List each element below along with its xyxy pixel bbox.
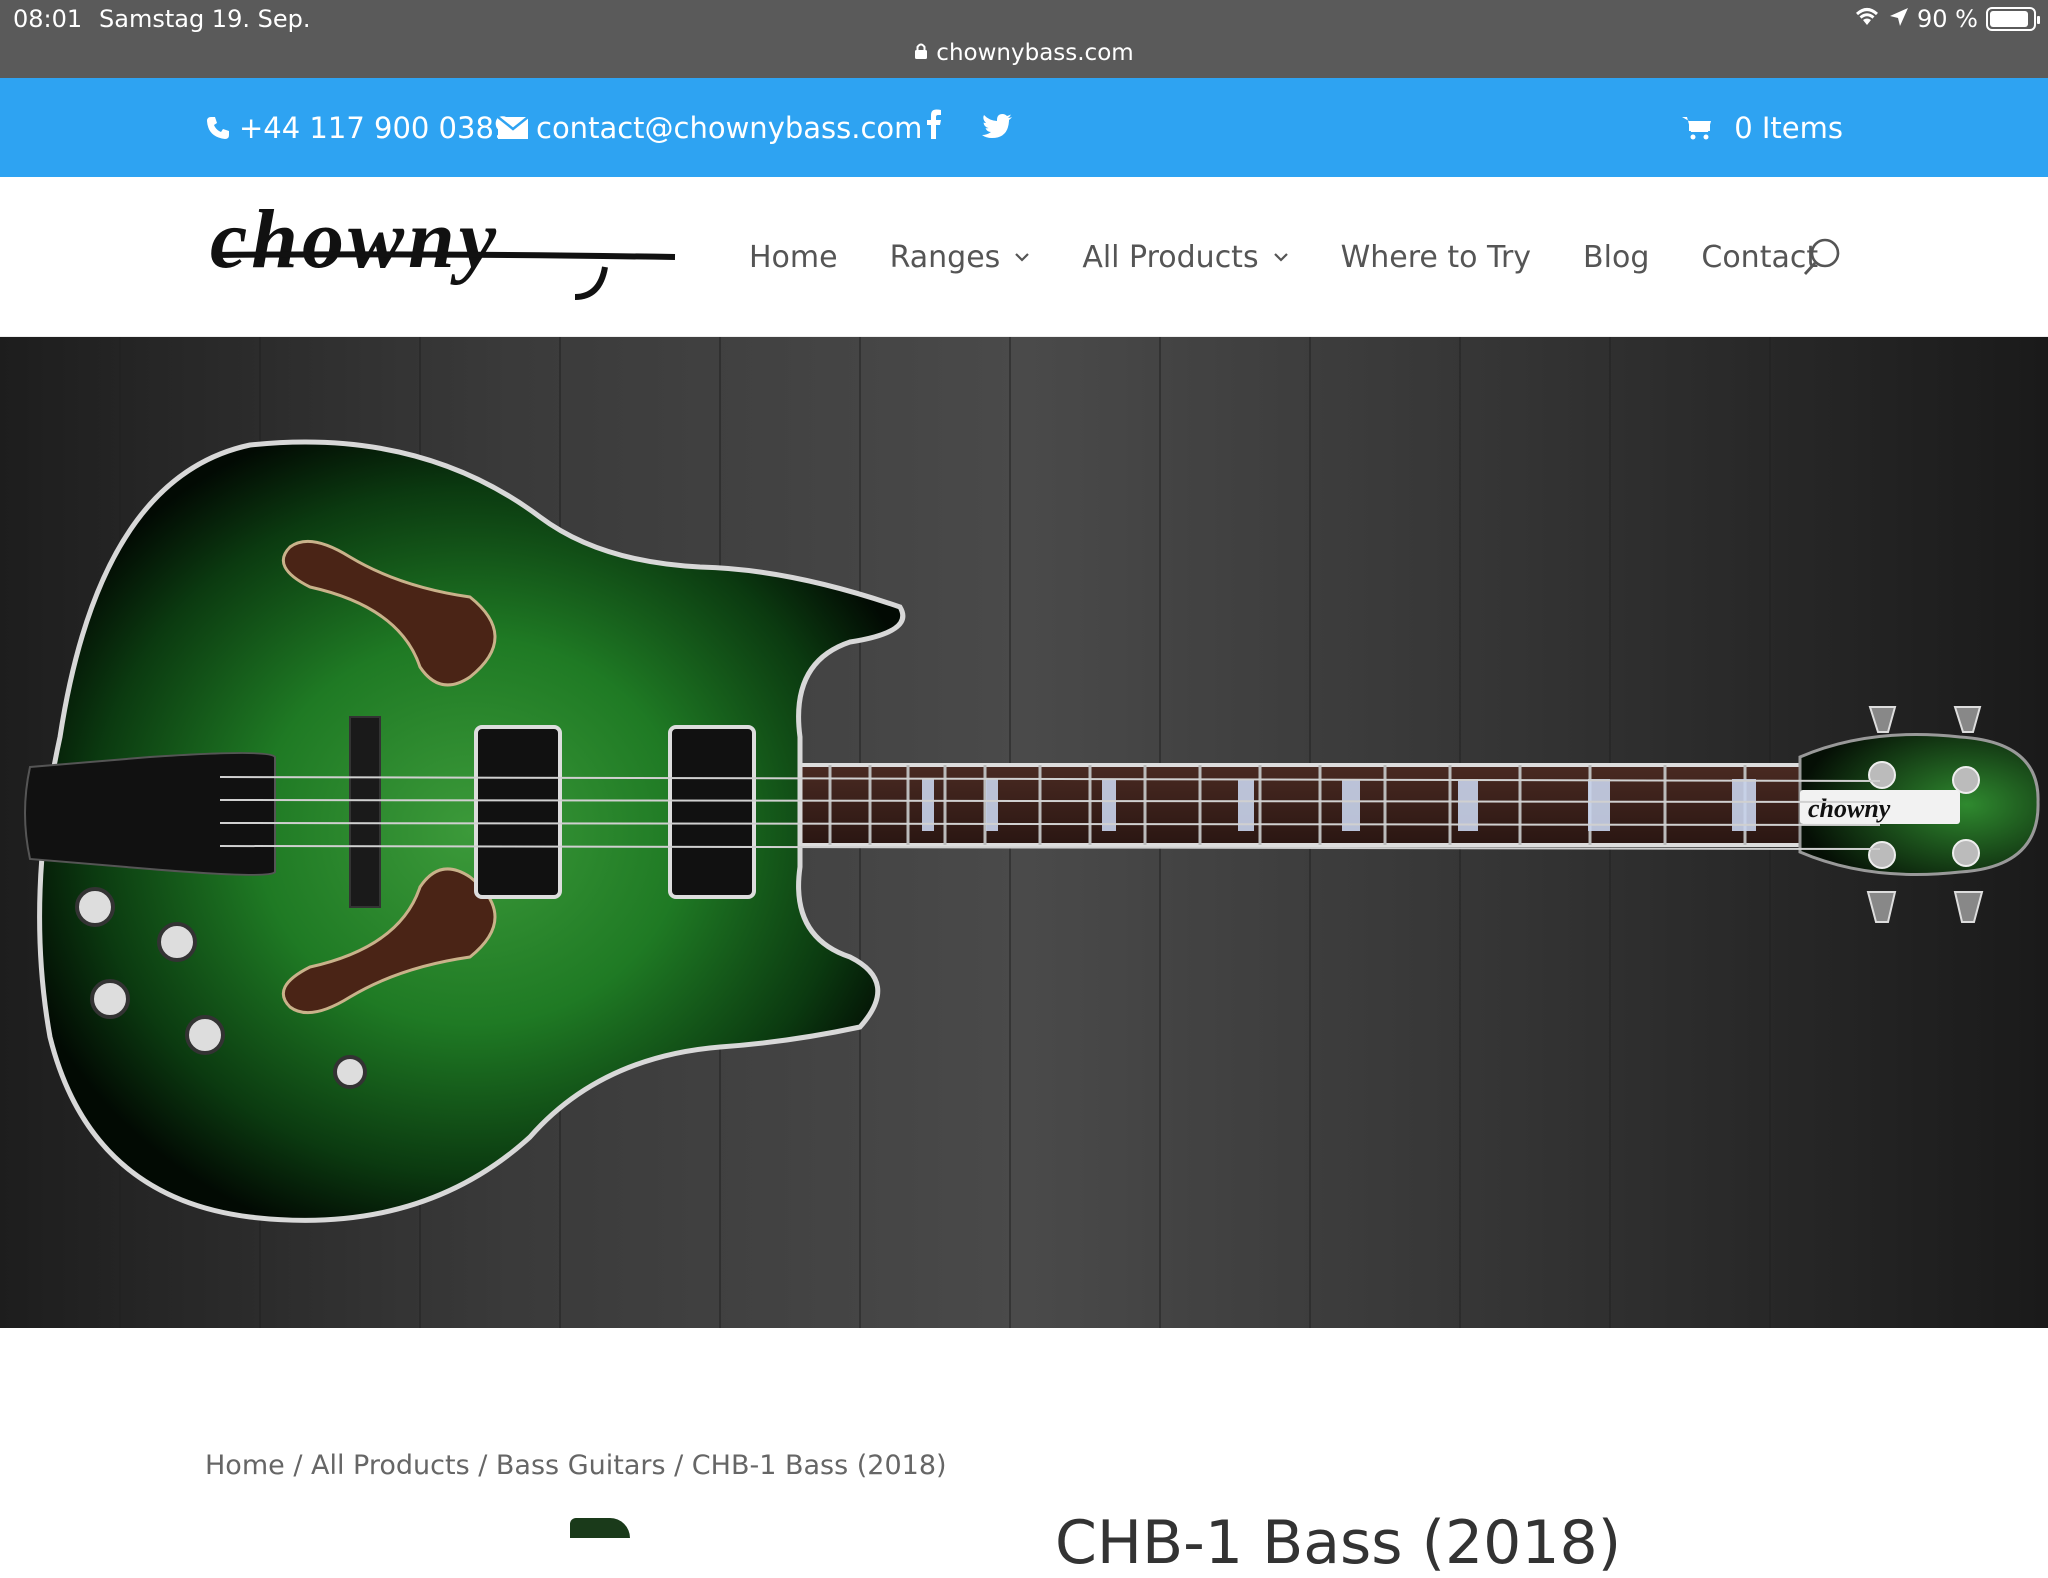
battery-icon: [1986, 7, 2040, 31]
site-header: chowny Home Ranges All Products Where to…: [0, 177, 2048, 337]
headstock-logo: chowny: [1808, 794, 1891, 823]
breadcrumb-separator: /: [665, 1450, 692, 1481]
cart-link[interactable]: 0 Items: [1682, 78, 1843, 177]
status-bar: 08:01 Samstag 19. Sep. 90 % chownybass.c…: [0, 0, 2048, 78]
nav-all-products-label[interactable]: All Products: [1082, 240, 1258, 275]
guitar-hero-image: chowny: [0, 337, 2048, 1328]
lock-icon: [914, 40, 928, 66]
cart-count[interactable]: 0 Items: [1734, 111, 1843, 145]
envelope-icon: [498, 116, 528, 139]
battery-percent: 90 %: [1917, 5, 1978, 33]
nav-where-to-try-label[interactable]: Where to Try: [1341, 240, 1531, 275]
nav-ranges[interactable]: Ranges: [890, 240, 1031, 275]
breadcrumb-all-products[interactable]: All Products: [311, 1450, 470, 1481]
email-address[interactable]: contact@chownybass.com: [536, 111, 922, 145]
twitter-link[interactable]: [982, 78, 1012, 177]
phone-link[interactable]: +44 117 900 0389: [205, 78, 512, 177]
top-contact-bar: +44 117 900 0389 contact@chownybass.com …: [0, 78, 2048, 177]
url-bar[interactable]: chownybass.com: [0, 40, 2048, 66]
nav-home[interactable]: Home: [749, 240, 838, 275]
breadcrumb-separator: /: [469, 1450, 496, 1481]
status-date: Samstag 19. Sep.: [99, 5, 311, 33]
breadcrumb-current: CHB-1 Bass (2018): [691, 1450, 947, 1481]
phone-icon: [205, 115, 231, 141]
breadcrumb-separator: /: [284, 1450, 311, 1481]
location-arrow-icon: [1889, 5, 1909, 33]
chowny-logo[interactable]: chowny: [210, 193, 680, 310]
breadcrumb: Home / All Products / Bass Guitars / CHB…: [205, 1450, 947, 1481]
phone-number[interactable]: +44 117 900 0389: [239, 111, 512, 145]
nav-ranges-label[interactable]: Ranges: [890, 240, 1001, 275]
nav-all-products[interactable]: All Products: [1082, 240, 1288, 275]
hero-banner: chowny: [0, 337, 2048, 1328]
nav-blog[interactable]: Blog: [1583, 240, 1649, 275]
product-title: CHB-1 Bass (2018): [1055, 1508, 1622, 1578]
facebook-link[interactable]: [926, 78, 942, 177]
status-time: 08:01: [13, 5, 83, 33]
nav-where-to-try[interactable]: Where to Try: [1341, 240, 1531, 275]
breadcrumb-bass-guitars[interactable]: Bass Guitars: [496, 1450, 666, 1481]
url-text[interactable]: chownybass.com: [936, 40, 1133, 66]
twitter-icon: [982, 111, 1012, 145]
nav-contact[interactable]: Contact: [1701, 240, 1818, 275]
chevron-down-icon: [1273, 252, 1289, 262]
search-button[interactable]: [1803, 237, 1843, 282]
facebook-icon: [926, 109, 942, 146]
main-nav: Home Ranges All Products Where to Try Bl…: [749, 177, 1870, 337]
nav-home-label[interactable]: Home: [749, 240, 838, 275]
nav-contact-label[interactable]: Contact: [1701, 240, 1818, 275]
wifi-icon: [1853, 5, 1881, 33]
status-indicators: 90 %: [1853, 5, 2040, 33]
nav-blog-label[interactable]: Blog: [1583, 240, 1649, 275]
logo-text: chowny: [210, 205, 500, 286]
product-thumbnail[interactable]: [570, 1518, 630, 1538]
search-icon: [1803, 238, 1843, 281]
chevron-down-icon: [1014, 252, 1030, 262]
breadcrumb-home[interactable]: Home: [205, 1450, 285, 1481]
cart-icon: [1682, 115, 1712, 141]
email-link[interactable]: contact@chownybass.com: [498, 78, 922, 177]
